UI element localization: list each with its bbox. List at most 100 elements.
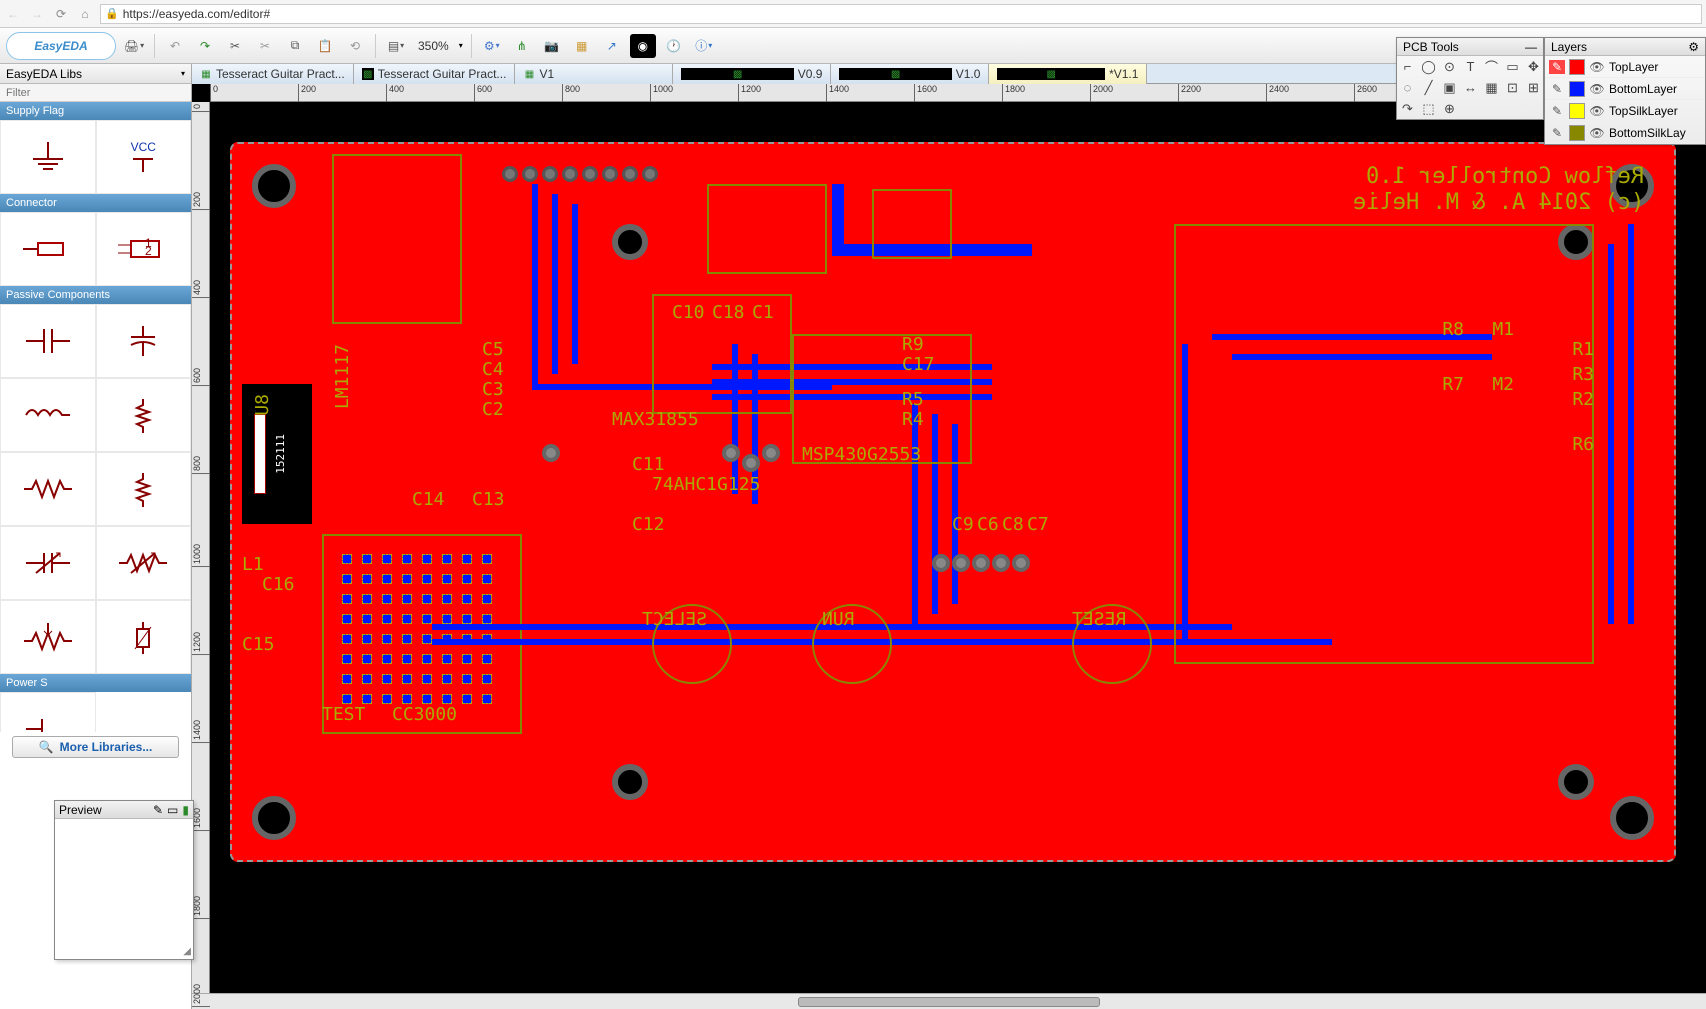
component-pot[interactable]: [0, 600, 96, 674]
print-button[interactable]: 🖨▾: [122, 34, 146, 58]
layer-color-swatch[interactable]: [1569, 59, 1585, 75]
copy-button[interactable]: ⧉: [283, 34, 307, 58]
align-button[interactable]: ▤▾: [384, 34, 408, 58]
tab-tesseract-guitar-pract---[interactable]: ▦Tesseract Guitar Pract...: [192, 64, 354, 84]
tool-hole[interactable]: ◌: [1397, 77, 1418, 98]
nav-forward-button[interactable]: →: [28, 5, 46, 23]
category-passive[interactable]: Passive Components: [0, 286, 191, 304]
steam-button[interactable]: ◉: [630, 34, 656, 58]
label-c13: C13: [472, 489, 505, 510]
eye-icon[interactable]: 👁: [1589, 104, 1605, 118]
preview-panel[interactable]: Preview ✎ ▭ ▮ ◢: [54, 800, 194, 960]
layers-panel[interactable]: Layers ⚙ ✎ 👁 TopLayer✎ 👁 BottomLayer✎ 👁 …: [1544, 37, 1706, 145]
tab-v1-0[interactable]: ▩V1.0: [831, 64, 989, 84]
layer-row-bottomlayer[interactable]: ✎ 👁 BottomLayer: [1545, 78, 1705, 100]
pencil-icon[interactable]: ✎: [1549, 104, 1565, 118]
paste-button[interactable]: 📋: [313, 34, 337, 58]
tool-text[interactable]: T: [1460, 56, 1481, 77]
edit-icon[interactable]: ✎: [153, 803, 163, 817]
address-bar[interactable]: 🔒 https://easyeda.com/editor#: [100, 4, 1702, 24]
settings-button[interactable]: ⚙▾: [480, 34, 504, 58]
component-resistor-v2[interactable]: [96, 452, 192, 526]
pencil-icon[interactable]: ✎: [1549, 82, 1565, 96]
tool-origin[interactable]: ⊕: [1439, 98, 1460, 119]
nav-home-button[interactable]: ⌂: [76, 5, 94, 23]
redo-button[interactable]: ↷: [193, 34, 217, 58]
pcb-canvas[interactable]: Reflow Controller 1.0 (c) 2014 A. & M. H…: [210, 102, 1706, 993]
tool-dimension[interactable]: ↔: [1460, 77, 1481, 98]
export-button[interactable]: ↗: [600, 34, 624, 58]
eye-icon[interactable]: 👁: [1589, 126, 1605, 140]
tool-via[interactable]: ⊙: [1439, 56, 1460, 77]
layer-color-swatch[interactable]: [1569, 125, 1585, 141]
tool-measure[interactable]: ↷: [1397, 98, 1418, 119]
component-resistor-h[interactable]: [0, 452, 96, 526]
tool-track[interactable]: ⌐: [1397, 56, 1418, 77]
layer-color-swatch[interactable]: [1569, 103, 1585, 119]
share-button[interactable]: ⋔: [510, 34, 534, 58]
ruler-vertical[interactable]: 0200400600800100012001400160018002000220…: [192, 102, 210, 993]
pcb-tools-panel[interactable]: PCB Tools — ⌐ ◯ ⊙ T ⌒ ▭ ✥ ◌ ╱ ▣ ↔ ▦ ⊡ ⊞ …: [1396, 37, 1544, 120]
battery-icon[interactable]: ▮: [182, 803, 189, 817]
category-connector[interactable]: Connector: [0, 194, 191, 212]
tool-move-icon[interactable]: ✥: [1523, 56, 1544, 77]
tool-array[interactable]: ⊞: [1523, 77, 1544, 98]
component-connector-2[interactable]: 12: [96, 212, 192, 286]
library-header[interactable]: EasyEDA Libs▾: [0, 64, 191, 84]
eye-icon[interactable]: 👁: [1589, 82, 1605, 96]
undo-button[interactable]: ↶: [163, 34, 187, 58]
horizontal-scrollbar[interactable]: [192, 993, 1706, 1009]
component-capacitor-pol[interactable]: [96, 304, 192, 378]
library-filter-input[interactable]: [0, 84, 191, 102]
zoom-level[interactable]: 350%: [414, 39, 453, 53]
tab-v1[interactable]: ▦V1: [515, 64, 673, 84]
category-power[interactable]: Power S: [0, 674, 191, 692]
component-inductor[interactable]: [0, 378, 96, 452]
more-libraries-button[interactable]: 🔍 More Libraries...: [12, 736, 179, 758]
tab-v0-9[interactable]: ▩V0.9: [673, 64, 831, 84]
ruler-tick: 1600: [914, 84, 937, 102]
gear-icon[interactable]: ⚙: [1688, 40, 1699, 54]
layer-color-swatch[interactable]: [1569, 81, 1585, 97]
pencil-icon[interactable]: ✎: [1549, 126, 1565, 140]
tool-connect[interactable]: ⊡: [1502, 77, 1523, 98]
layer-row-bottomsilklay[interactable]: ✎ 👁 BottomSilkLay: [1545, 122, 1705, 144]
resize-handle-icon[interactable]: ◢: [183, 946, 191, 957]
layer-row-toplayer[interactable]: ✎ 👁 TopLayer: [1545, 56, 1705, 78]
minimize-icon[interactable]: —: [1525, 40, 1537, 54]
component-capacitor[interactable]: [0, 304, 96, 378]
tool-image[interactable]: ▣: [1439, 77, 1460, 98]
app-logo[interactable]: EasyEDA: [6, 32, 116, 60]
tab--v1-1[interactable]: ▩*V1.1: [989, 64, 1147, 84]
delete-button[interactable]: ✂: [253, 34, 277, 58]
tool-copper[interactable]: ▦: [1481, 77, 1502, 98]
history-button[interactable]: ⟲: [343, 34, 367, 58]
pencil-icon[interactable]: ✎: [1549, 60, 1565, 74]
tool-rect-icon[interactable]: ▭: [1502, 56, 1523, 77]
bom-button[interactable]: ▦: [570, 34, 594, 58]
nav-reload-button[interactable]: ⟳: [52, 5, 70, 23]
eye-icon[interactable]: 👁: [1589, 60, 1605, 74]
tool-group[interactable]: ⬚: [1418, 98, 1439, 119]
place-icon[interactable]: ▭: [167, 803, 178, 817]
component-connector-1[interactable]: [0, 212, 96, 286]
component-fuse[interactable]: [96, 600, 192, 674]
cut-button[interactable]: ✂: [223, 34, 247, 58]
clock-button[interactable]: 🕐: [662, 34, 686, 58]
camera-button[interactable]: 📷: [540, 34, 564, 58]
tool-arc[interactable]: ⌒: [1481, 56, 1502, 77]
tool-pad[interactable]: ◯: [1418, 56, 1439, 77]
component-resistor-v[interactable]: [96, 378, 192, 452]
nav-back-button[interactable]: ←: [4, 5, 22, 23]
component-power-1[interactable]: [0, 692, 96, 732]
component-var-res[interactable]: [96, 526, 192, 600]
tool-line[interactable]: ╱: [1418, 77, 1439, 98]
component-gnd[interactable]: [0, 120, 96, 194]
component-vcc[interactable]: VCC: [96, 120, 192, 194]
info-button[interactable]: ⓘ▾: [692, 34, 716, 58]
layer-row-topsilklayer[interactable]: ✎ 👁 TopSilkLayer: [1545, 100, 1705, 122]
tab-tesseract-guitar-pract---[interactable]: ▩Tesseract Guitar Pract...: [354, 64, 516, 84]
category-supply-flag[interactable]: Supply Flag: [0, 102, 191, 120]
pcb-board[interactable]: Reflow Controller 1.0 (c) 2014 A. & M. H…: [230, 142, 1676, 862]
component-var-cap[interactable]: [0, 526, 96, 600]
